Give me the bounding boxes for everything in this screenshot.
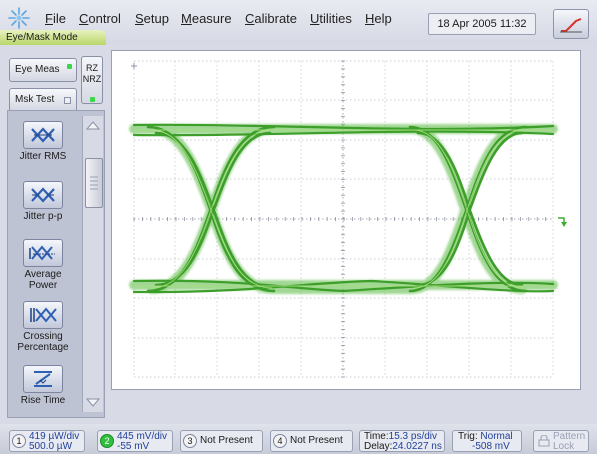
crossing-percentage-tool[interactable]: Crossing Percentage [10, 301, 76, 353]
waveform-display[interactable] [111, 50, 581, 390]
jitter-rms-tool[interactable]: Jitter RMS [10, 121, 76, 162]
channel-4-label: Not Present [290, 435, 343, 446]
average-power-tool[interactable]: Average Power [10, 239, 76, 291]
waveform-shortcut-button[interactable] [553, 9, 589, 39]
eye-mask-mode-tab[interactable]: Eye/Mask Mode [0, 30, 106, 45]
nrz-label: NRZ [82, 74, 102, 84]
channel-2-offset: -55 mV [117, 441, 150, 452]
channel-4-badge: 4 [273, 434, 287, 448]
date-time-display: 18 Apr 2005 11:32 [428, 13, 536, 35]
jitter-rms-label: Jitter RMS [19, 151, 67, 162]
measurement-toolbar: Jitter RMS Jitter p-p Average Power Cros… [7, 110, 105, 418]
menu-control[interactable]: Control [79, 11, 121, 26]
menu-measure[interactable]: Measure [181, 11, 232, 26]
scroll-down-arrow-icon[interactable] [85, 396, 101, 410]
channel-3-badge: 3 [183, 434, 197, 448]
waveform-icon [560, 18, 582, 33]
timebase-status[interactable]: Time:15.3 ps/div Delay:24.0227 ns [359, 430, 445, 452]
toolbar-scrollbar[interactable] [82, 116, 103, 412]
eye-diagram [129, 60, 567, 378]
crossing-percentage-icon [30, 307, 57, 323]
pattern-lock-icon [538, 435, 550, 447]
eye-traces [129, 123, 558, 294]
jitter-pp-icon [31, 187, 55, 203]
eye-meas-label: Eye Meas [15, 64, 60, 75]
rz-nrz-toggle[interactable]: RZ NRZ [81, 56, 103, 104]
msk-test-button[interactable]: Msk Test [9, 88, 77, 112]
average-power-label: Average Power [24, 269, 62, 291]
delay-value: 24.0227 ns [392, 441, 442, 452]
rz-label: RZ [86, 63, 98, 73]
channel-2-status[interactable]: 2 445 mV/div -55 mV [97, 430, 173, 452]
lock-label: Lock [553, 441, 575, 452]
crossing-percentage-label: Crossing Percentage [17, 331, 69, 353]
channel-3-label: Not Present [200, 435, 253, 446]
menu-file[interactable]: File [45, 11, 66, 26]
menu-help[interactable]: Help [365, 11, 392, 26]
rise-time-icon [34, 371, 52, 387]
menu-calibrate[interactable]: Calibrate [245, 11, 297, 26]
status-bar: 1 419 µW/div 500.0 µW 2 445 mV/div -55 m… [0, 424, 597, 454]
menu-bar: File Control Setup Measure Calibrate Uti… [0, 0, 597, 45]
msk-test-label: Msk Test [15, 94, 55, 105]
scroll-up-arrow-icon[interactable] [85, 118, 101, 132]
pattern-lock-button[interactable]: Pattern Lock [533, 430, 589, 452]
msk-test-indicator-icon [64, 97, 71, 104]
screen-origin-marker-icon [131, 63, 137, 69]
eye-meas-button[interactable]: Eye Meas [9, 58, 77, 82]
jitter-pp-label: Jitter p-p [23, 211, 63, 222]
channel-2-badge: 2 [100, 434, 114, 448]
scroll-thumb[interactable] [85, 158, 103, 208]
eye-meas-indicator-icon [67, 64, 72, 69]
rise-time-label: Rise Time [20, 395, 66, 406]
jitter-rms-icon [31, 127, 55, 143]
trig-level: -508 mV [472, 441, 510, 452]
trigger-status[interactable]: Trig: Normal -508 mV [452, 430, 522, 452]
jitter-pp-tool[interactable]: Jitter p-p [10, 181, 76, 222]
nrz-indicator-icon [90, 97, 95, 102]
average-power-icon [29, 245, 55, 261]
menu-setup[interactable]: Setup [135, 11, 169, 26]
starburst-logo-icon [8, 7, 30, 29]
channel-4-status[interactable]: 4 Not Present [270, 430, 353, 452]
channel-3-status[interactable]: 3 Not Present [180, 430, 263, 452]
channel-1-offset: 500.0 µW [29, 441, 73, 452]
delay-label: Delay: [364, 441, 393, 452]
channel-1-status[interactable]: 1 419 µW/div 500.0 µW [9, 430, 85, 452]
trigger-level-marker-icon[interactable] [558, 217, 567, 227]
menu-utilities[interactable]: Utilities [310, 11, 352, 26]
rise-time-tool[interactable]: Rise Time [10, 365, 76, 406]
channel-1-badge: 1 [12, 434, 26, 448]
